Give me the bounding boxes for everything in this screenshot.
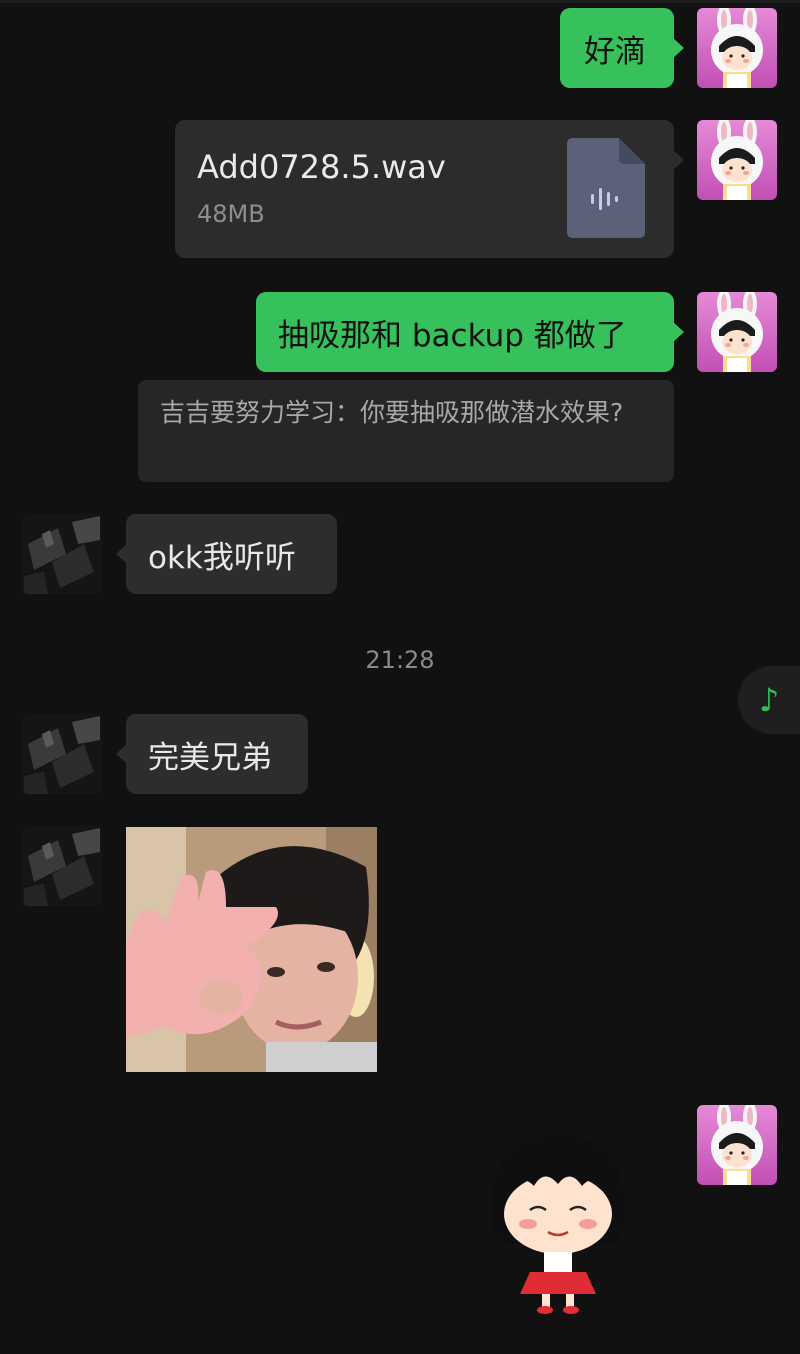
message-text: 好滴 [584,33,646,70]
file-message-card[interactable]: Add0728.5.wav 48MB [175,120,684,258]
cartoon-avatar-icon [711,292,763,372]
contact-avatar[interactable] [22,514,102,594]
image-message[interactable] [126,827,377,1072]
abstract-avatar-icon [22,514,102,594]
my-avatar[interactable] [697,1105,777,1185]
cartoon-avatar-icon [711,8,763,88]
my-avatar[interactable] [697,120,777,200]
top-divider [0,0,800,3]
sticker-message[interactable] [478,1126,638,1316]
cartoon-avatar-icon [711,1105,763,1185]
message-text: okk我听听 [148,539,296,576]
my-avatar[interactable] [697,292,777,372]
contact-avatar[interactable] [22,826,102,906]
music-note-icon: ♪ [758,681,780,719]
contact-avatar[interactable] [22,714,102,794]
quoted-message[interactable]: 吉吉要努力学习：你要抽吸那做潜水效果? [138,380,674,482]
file-size: 48MB [197,200,265,228]
chat-timestamp: 21:28 [365,646,435,674]
audio-file-icon [567,138,645,238]
cartoon-avatar-icon [711,120,763,200]
abstract-avatar-icon [22,714,102,794]
message-bubble-sent[interactable]: 抽吸那和 backup 都做了 [256,292,684,372]
message-text: 完美兄弟 [148,739,272,776]
photo-person-ok-gesture [126,827,377,1072]
message-bubble-received[interactable]: 完美兄弟 [116,714,308,794]
message-text: 抽吸那和 backup 都做了 [278,317,627,354]
my-avatar[interactable] [697,8,777,88]
file-name: Add0728.5.wav [197,148,446,186]
message-bubble-received[interactable]: okk我听听 [116,514,337,594]
cartoon-girl-sticker [491,1134,625,1314]
quoted-text: 吉吉要努力学习：你要抽吸那做潜水效果? [160,398,624,427]
floating-music-button[interactable]: ♪ [738,666,800,734]
message-bubble-sent[interactable]: 好滴 [560,8,684,88]
abstract-avatar-icon [22,826,102,906]
